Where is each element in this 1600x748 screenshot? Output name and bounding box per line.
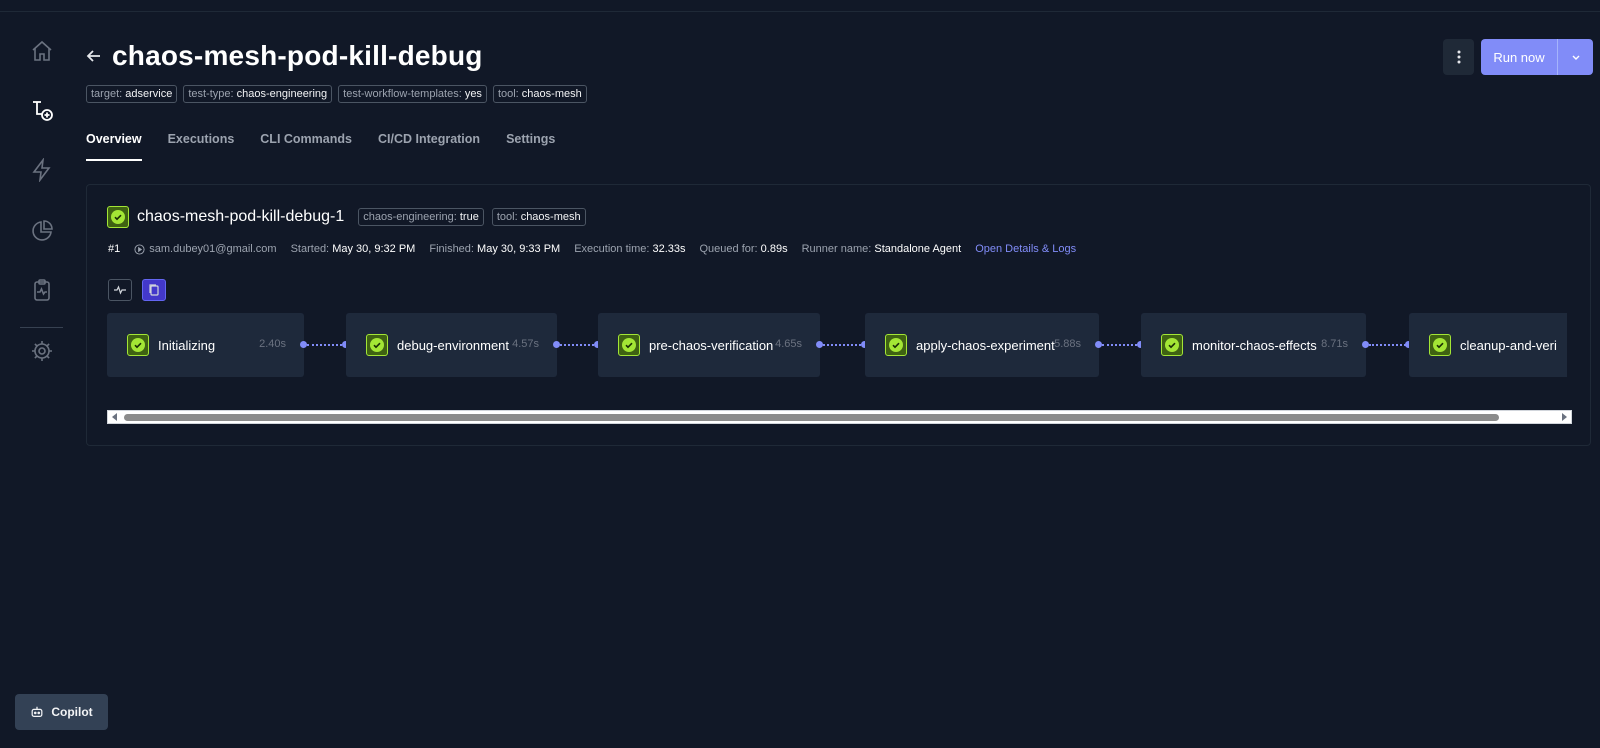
tab-executions[interactable]: Executions (168, 132, 235, 161)
connector-dot (1362, 341, 1369, 348)
execution-finished: Finished: May 30, 9:33 PM (429, 243, 561, 255)
tab-bar: Overview Executions CLI Commands CI/CD I… (86, 132, 555, 161)
more-options-button[interactable] (1443, 39, 1474, 75)
step-connector (823, 344, 865, 346)
step-cleanup-and-verify[interactable]: cleanup-and-veri (1409, 313, 1567, 377)
step-connector (307, 344, 346, 346)
scrollbar-thumb[interactable] (124, 414, 1499, 421)
scroll-left-arrow-icon[interactable] (112, 413, 117, 421)
workflows-icon[interactable] (29, 97, 55, 123)
execution-time: Execution time: 32.33s (574, 243, 686, 255)
step-label: Initializing (158, 337, 216, 353)
home-icon[interactable] (29, 38, 55, 64)
workflow-steps: Initializing 2.40s debug-environment 4.5… (107, 313, 1567, 377)
step-label: cleanup-and-veri (1460, 337, 1557, 353)
execution-runner: Runner name: Standalone Agent (801, 243, 962, 255)
copilot-button[interactable]: Copilot (15, 694, 108, 730)
execution-card: chaos-mesh-pod-kill-debug-1 chaos-engine… (86, 184, 1591, 446)
step-duration: 4.65s (775, 338, 802, 350)
scroll-right-arrow-icon[interactable] (1562, 413, 1567, 421)
back-arrow-icon[interactable] (84, 46, 104, 66)
execution-started: Started: May 30, 9:32 PM (290, 243, 416, 255)
tag-test-workflow-templates: test-workflow-templates: yes (338, 85, 487, 103)
execution-header: chaos-mesh-pod-kill-debug-1 chaos-engine… (107, 206, 586, 228)
pulse-view-icon[interactable] (108, 279, 132, 301)
step-connector (1369, 344, 1409, 346)
step-pre-chaos-verification[interactable]: pre-chaos-verification 4.65s (598, 313, 820, 377)
page-title: chaos-mesh-pod-kill-debug (112, 40, 483, 71)
chevron-down-icon (1572, 55, 1579, 60)
execution-meta: #1 sam.dubey01@gmail.com Started: May 30… (108, 243, 1076, 255)
success-check-icon (885, 334, 907, 356)
step-label: pre-chaos-verification (649, 337, 774, 353)
step-initializing[interactable]: Initializing 2.40s (107, 313, 304, 377)
step-duration: 4.57s (512, 338, 539, 350)
step-duration: 8.71s (1321, 338, 1348, 350)
top-divider (0, 11, 1600, 12)
pie-chart-icon[interactable] (29, 218, 55, 244)
step-duration: 2.40s (259, 338, 286, 350)
clipboard-pulse-icon[interactable] (29, 277, 55, 303)
tab-settings[interactable]: Settings (506, 132, 555, 161)
step-duration: 5.88s (1054, 338, 1081, 350)
tab-cli-commands[interactable]: CLI Commands (260, 132, 352, 161)
execution-user: sam.dubey01@gmail.com (134, 243, 277, 255)
execution-name[interactable]: chaos-mesh-pod-kill-debug-1 (137, 208, 344, 226)
view-toggles (108, 279, 166, 301)
copilot-label: Copilot (51, 705, 93, 719)
open-details-logs-link[interactable]: Open Details & Logs (975, 243, 1076, 255)
step-label: monitor-chaos-effects (1192, 337, 1317, 353)
run-now-button[interactable]: Run now (1481, 39, 1557, 75)
success-check-icon (1429, 334, 1451, 356)
sidebar (0, 0, 82, 748)
step-debug-environment[interactable]: debug-environment 4.57s (346, 313, 557, 377)
copy-view-icon[interactable] (142, 279, 166, 301)
connector-dot (553, 341, 560, 348)
workflow-tags: target: adservice test-type: chaos-engin… (86, 85, 587, 103)
execution-number: #1 (108, 243, 121, 255)
step-apply-chaos-experiment[interactable]: apply-chaos-experiment 5.88s (865, 313, 1099, 377)
run-button-group: Run now (1481, 39, 1593, 75)
tab-overview[interactable]: Overview (86, 132, 142, 161)
connector-dot (300, 341, 307, 348)
step-connector (1102, 344, 1141, 346)
step-monitor-chaos-effects[interactable]: monitor-chaos-effects 8.71s (1141, 313, 1366, 377)
execution-queued: Queued for: 0.89s (699, 243, 788, 255)
exec-tag-tool: tool: chaos-mesh (491, 208, 586, 226)
tag-tool: tool: chaos-mesh (492, 85, 587, 103)
connector-dot (1095, 341, 1102, 348)
tag-target: target: adservice (86, 85, 178, 103)
exec-tag-chaos-engineering: chaos-engineering: true (358, 208, 484, 226)
step-label: debug-environment (397, 337, 510, 353)
connector-dot (816, 341, 823, 348)
lightning-icon[interactable] (29, 157, 55, 183)
robot-icon (31, 706, 43, 717)
success-check-icon (618, 334, 640, 356)
success-check-icon (127, 334, 149, 356)
play-circle-icon (134, 243, 145, 255)
step-connector (560, 344, 598, 346)
run-options-dropdown[interactable] (1557, 39, 1593, 75)
kebab-menu-icon (1457, 50, 1460, 64)
step-label: apply-chaos-experiment (916, 337, 1055, 353)
tab-cicd-integration[interactable]: CI/CD Integration (378, 132, 480, 161)
success-check-icon (366, 334, 388, 356)
sidebar-divider (20, 327, 63, 328)
horizontal-scrollbar[interactable] (107, 410, 1572, 424)
success-check-icon (107, 206, 129, 228)
gear-icon[interactable] (29, 338, 55, 364)
success-check-icon (1161, 334, 1183, 356)
tag-test-type: test-type: chaos-engineering (183, 85, 333, 103)
